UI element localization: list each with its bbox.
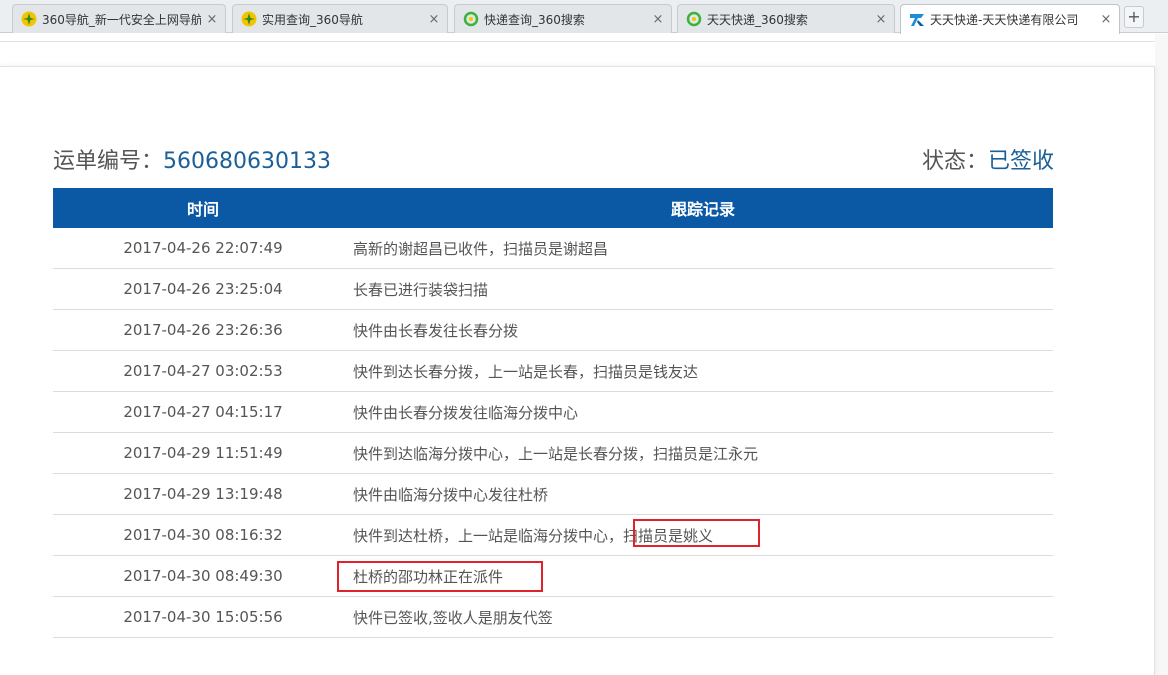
tab-ttk-search[interactable]: 天天快递_360搜索 × [677,4,895,33]
column-header-record: 跟踪记录 [670,200,735,219]
row-record: 快件已签收,签收人是朋友代签 [353,608,553,627]
360-search-icon [463,11,479,27]
row-record: 快件由长春发往长春分拨 [353,321,519,340]
new-tab-button[interactable]: + [1124,6,1144,28]
table-row: 2017-04-29 11:51:49 快件到达临海分拨中心，上一站是长春分拨，… [53,433,1053,474]
scrollbar[interactable] [1155,34,1168,675]
row-time: 2017-04-29 11:51:49 [123,444,283,462]
tab-title: 快递查询_360搜索 [484,12,585,27]
row-record: 高新的谢超昌已收件，扫描员是谢超昌 [353,239,609,258]
browser-tab-bar: 360导航_新一代安全上网导航 × 实用查询_360导航 × 快递查询_360搜… [0,0,1168,34]
table-header: 时间 跟踪记录 [53,188,1053,228]
360-nav-icon [241,11,257,27]
tab-ttk-company[interactable]: 天天快递-天天快递有限公司 × [900,4,1120,34]
tab-title: 天天快递-天天快递有限公司 [930,13,1079,27]
waybill-heading: 运单编号：560680630133 [53,143,331,175]
360-nav-icon [21,11,37,27]
row-record: 快件到达临海分拨中心，上一站是长春分拨，扫描员是江永元 [353,444,759,463]
table-row: 2017-04-30 08:16:32 快件到达杜桥，上一站是临海分拨中心，扫描… [53,515,1053,556]
table-row: 2017-04-29 13:19:48 快件由临海分拨中心发往杜桥 [53,474,1053,515]
highlight-box-delivery [337,561,543,592]
tracking-table: 时间 跟踪记录 2017-04-26 22:07:49 高新的谢超昌已收件，扫描… [53,188,1053,638]
close-icon[interactable]: × [651,12,665,27]
row-time: 2017-04-30 08:49:30 [123,567,283,585]
row-time: 2017-04-27 04:15:17 [123,403,283,421]
table-row: 2017-04-27 04:15:17 快件由长春分拨发往临海分拨中心 [53,392,1053,433]
row-record: 快件到达长春分拨，上一站是长春，扫描员是钱友达 [353,362,699,381]
status-label: 状态： [922,149,989,174]
360-search-icon [686,11,702,27]
table-row: 2017-04-30 15:05:56 快件已签收,签收人是朋友代签 [53,597,1053,638]
table-row: 2017-04-26 23:26:36 快件由长春发往长春分拨 [53,310,1053,351]
highlight-box-scanner [633,519,760,547]
ttk-logo-icon [909,12,925,28]
tab-practical-query[interactable]: 实用查询_360导航 × [232,4,448,33]
row-time: 2017-04-30 15:05:56 [123,608,283,626]
table-row: 2017-04-27 03:02:53 快件到达长春分拨，上一站是长春，扫描员是… [53,351,1053,392]
close-icon[interactable]: × [205,12,219,27]
table-row: 2017-04-30 08:49:30 杜桥的邵功林正在派件 [53,556,1053,597]
tab-title: 天天快递_360搜索 [707,12,808,27]
column-header-time: 时间 [186,200,219,219]
row-record: 快件由长春分拨发往临海分拨中心 [353,403,579,422]
table-row: 2017-04-26 23:25:04 长春已进行装袋扫描 [53,269,1053,310]
row-time: 2017-04-26 22:07:49 [123,239,283,257]
tab-title: 360导航_新一代安全上网导航 [42,12,201,27]
table-row: 2017-04-26 22:07:49 高新的谢超昌已收件，扫描员是谢超昌 [53,228,1053,269]
row-record: 快件由临海分拨中心发往杜桥 [353,485,549,504]
page-top-strip [0,34,1168,42]
status-value: 已签收 [988,149,1055,174]
row-record: 长春已进行装袋扫描 [353,280,489,299]
tab-title: 实用查询_360导航 [262,12,363,27]
row-time: 2017-04-26 23:26:36 [123,321,283,339]
row-time: 2017-04-26 23:25:04 [123,280,283,298]
close-icon[interactable]: × [1099,12,1113,27]
tab-360-nav[interactable]: 360导航_新一代安全上网导航 × [12,4,226,33]
row-time: 2017-04-27 03:02:53 [123,362,283,380]
row-time: 2017-04-30 08:16:32 [123,526,283,544]
waybill-label: 运单编号： [53,149,164,174]
row-time: 2017-04-29 13:19:48 [123,485,283,503]
status-heading: 状态：已签收 [922,143,1054,175]
close-icon[interactable]: × [427,12,441,27]
close-icon[interactable]: × [874,12,888,27]
tab-express-query-search[interactable]: 快递查询_360搜索 × [454,4,672,33]
waybill-number: 560680630133 [163,149,331,174]
